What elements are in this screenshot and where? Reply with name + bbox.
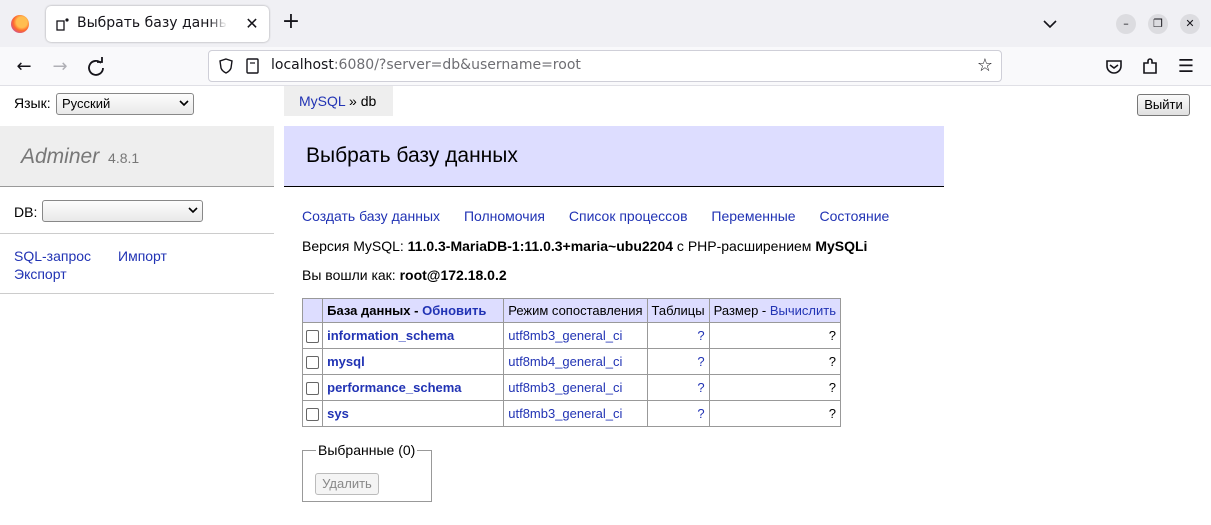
top-links: Создать базу данных Полномочия Список пр… bbox=[302, 208, 909, 224]
row-checkbox[interactable] bbox=[306, 382, 320, 396]
column-header-collation: Режим сопоставления bbox=[503, 298, 648, 323]
create-database-link[interactable]: Создать базу данных bbox=[302, 208, 440, 224]
sidebar-links: SQL-запрос Импорт Экспорт bbox=[14, 247, 167, 283]
table-row: mysql utf8mb4_general_ci ? ? bbox=[301, 348, 842, 375]
tables-count-link[interactable]: ? bbox=[697, 328, 704, 343]
table-row: information_schema utf8mb3_general_ci ? … bbox=[301, 322, 842, 349]
column-header-size: Размер - Вычислить bbox=[708, 298, 842, 323]
breadcrumb: MySQL » db bbox=[284, 86, 393, 116]
db-select[interactable] bbox=[42, 200, 203, 222]
sql-query-link[interactable]: SQL-запрос bbox=[14, 248, 91, 264]
tab-title: Выбрать базу данных - Ad bbox=[77, 15, 227, 31]
restore-window-button[interactable]: ❐ bbox=[1148, 14, 1168, 34]
content-header: Выбрать базу данных bbox=[284, 126, 944, 187]
breadcrumb-mysql-link[interactable]: MySQL bbox=[299, 93, 345, 109]
minimize-window-button[interactable]: – bbox=[1116, 14, 1136, 34]
status-link[interactable]: Состояние bbox=[819, 208, 889, 224]
language-select[interactable]: Русский bbox=[56, 93, 194, 115]
forward-arrow-icon[interactable]: → bbox=[48, 55, 72, 79]
table-row: sys utf8mb3_general_ci ? ? bbox=[301, 400, 842, 427]
database-link[interactable]: information_schema bbox=[327, 328, 454, 343]
sidebar-divider bbox=[0, 293, 274, 294]
sidebar-divider bbox=[0, 233, 274, 234]
address-bar[interactable]: localhost:6080/?server=db&username=root … bbox=[208, 50, 1002, 82]
reload-icon[interactable] bbox=[84, 55, 108, 79]
chevron-down-icon[interactable] bbox=[1040, 14, 1060, 34]
page-icon bbox=[56, 18, 69, 31]
collation-link[interactable]: utf8mb4_general_ci bbox=[508, 354, 622, 369]
table-header-row: База данных - Обновить Режим сопоставлен… bbox=[301, 298, 842, 323]
privileges-link[interactable]: Полномочия bbox=[464, 208, 545, 224]
new-tab-button[interactable]: + bbox=[280, 11, 302, 34]
chevron-down-icon bbox=[179, 100, 189, 107]
adminer-page: Язык: Русский MySQL » db Выйти Adminer 4… bbox=[0, 86, 1211, 525]
delete-button[interactable]: Удалить bbox=[315, 473, 379, 495]
row-checkbox[interactable] bbox=[306, 330, 320, 344]
sidebar-header: Adminer 4.8.1 bbox=[0, 126, 274, 187]
select-all-header[interactable] bbox=[301, 298, 324, 323]
collation-link[interactable]: utf8mb3_general_ci bbox=[508, 380, 622, 395]
table-row: performance_schema utf8mb3_general_ci ? … bbox=[301, 374, 842, 401]
browser-tab[interactable]: Выбрать базу данных - Ad ✕ bbox=[46, 6, 269, 42]
column-header-database: База данных - Обновить bbox=[322, 298, 505, 323]
mysql-version: Версия MySQL: 11.0.3-MariaDB-1:11.0.3+ma… bbox=[302, 238, 868, 254]
close-window-button[interactable]: ✕ bbox=[1180, 14, 1200, 34]
page-info-icon[interactable] bbox=[245, 58, 261, 74]
adminer-version: 4.8.1 bbox=[108, 150, 140, 166]
collation-link[interactable]: utf8mb3_general_ci bbox=[508, 406, 622, 421]
tables-count-link[interactable]: ? bbox=[697, 406, 704, 421]
bookmark-star-icon[interactable]: ☆ bbox=[975, 56, 995, 76]
column-header-tables: Таблицы bbox=[646, 298, 710, 323]
size-value: ? bbox=[708, 348, 842, 375]
url-text: localhost:6080/?server=db&username=root bbox=[271, 57, 581, 73]
browser-nav-bar: ← → localhost:6080/?server=db&username=r… bbox=[0, 47, 1211, 86]
db-label: DB: bbox=[14, 204, 38, 220]
database-link[interactable]: sys bbox=[327, 406, 349, 421]
database-link[interactable]: performance_schema bbox=[327, 380, 461, 395]
database-link[interactable]: mysql bbox=[327, 354, 365, 369]
size-value: ? bbox=[708, 322, 842, 349]
language-select-value: Русский bbox=[62, 96, 111, 111]
browser-tab-bar: Выбрать базу данных - Ad ✕ + – ❐ ✕ bbox=[0, 0, 1211, 47]
logout-button[interactable]: Выйти bbox=[1137, 94, 1190, 116]
collation-link[interactable]: utf8mb3_general_ci bbox=[508, 328, 622, 343]
process-list-link[interactable]: Список процессов bbox=[569, 208, 688, 224]
page-title: Выбрать базу данных bbox=[306, 144, 518, 167]
tables-count-link[interactable]: ? bbox=[697, 354, 704, 369]
logged-in-as: Вы вошли как: root@172.18.0.2 bbox=[302, 267, 507, 283]
extensions-icon[interactable] bbox=[1138, 55, 1162, 79]
tables-count-link[interactable]: ? bbox=[697, 380, 704, 395]
chevron-down-icon bbox=[188, 207, 198, 214]
shield-icon[interactable] bbox=[218, 58, 234, 74]
row-checkbox[interactable] bbox=[306, 408, 320, 422]
row-checkbox[interactable] bbox=[306, 356, 320, 370]
size-value: ? bbox=[708, 374, 842, 401]
size-value: ? bbox=[708, 400, 842, 427]
export-link[interactable]: Экспорт bbox=[14, 265, 91, 283]
back-arrow-icon[interactable]: ← bbox=[12, 55, 36, 79]
adminer-logo[interactable]: Adminer 4.8.1 bbox=[21, 145, 139, 169]
refresh-link[interactable]: Обновить bbox=[422, 303, 486, 318]
compute-link[interactable]: Вычислить bbox=[770, 303, 836, 318]
variables-link[interactable]: Переменные bbox=[711, 208, 795, 224]
language-label: Язык: bbox=[14, 95, 51, 111]
selected-legend: Выбранные (0) bbox=[316, 442, 418, 458]
menu-icon[interactable]: ☰ bbox=[1174, 55, 1198, 79]
pocket-icon[interactable] bbox=[1102, 55, 1126, 79]
databases-table: База данных - Обновить Режим сопоставлен… bbox=[301, 298, 842, 427]
close-tab-icon[interactable]: ✕ bbox=[243, 15, 261, 33]
breadcrumb-current: db bbox=[360, 93, 377, 109]
import-link[interactable]: Импорт bbox=[118, 247, 167, 265]
firefox-logo-icon[interactable] bbox=[11, 15, 29, 33]
selected-fieldset: Выбранные (0) Удалить bbox=[302, 442, 432, 502]
breadcrumb-separator: » bbox=[349, 93, 357, 109]
